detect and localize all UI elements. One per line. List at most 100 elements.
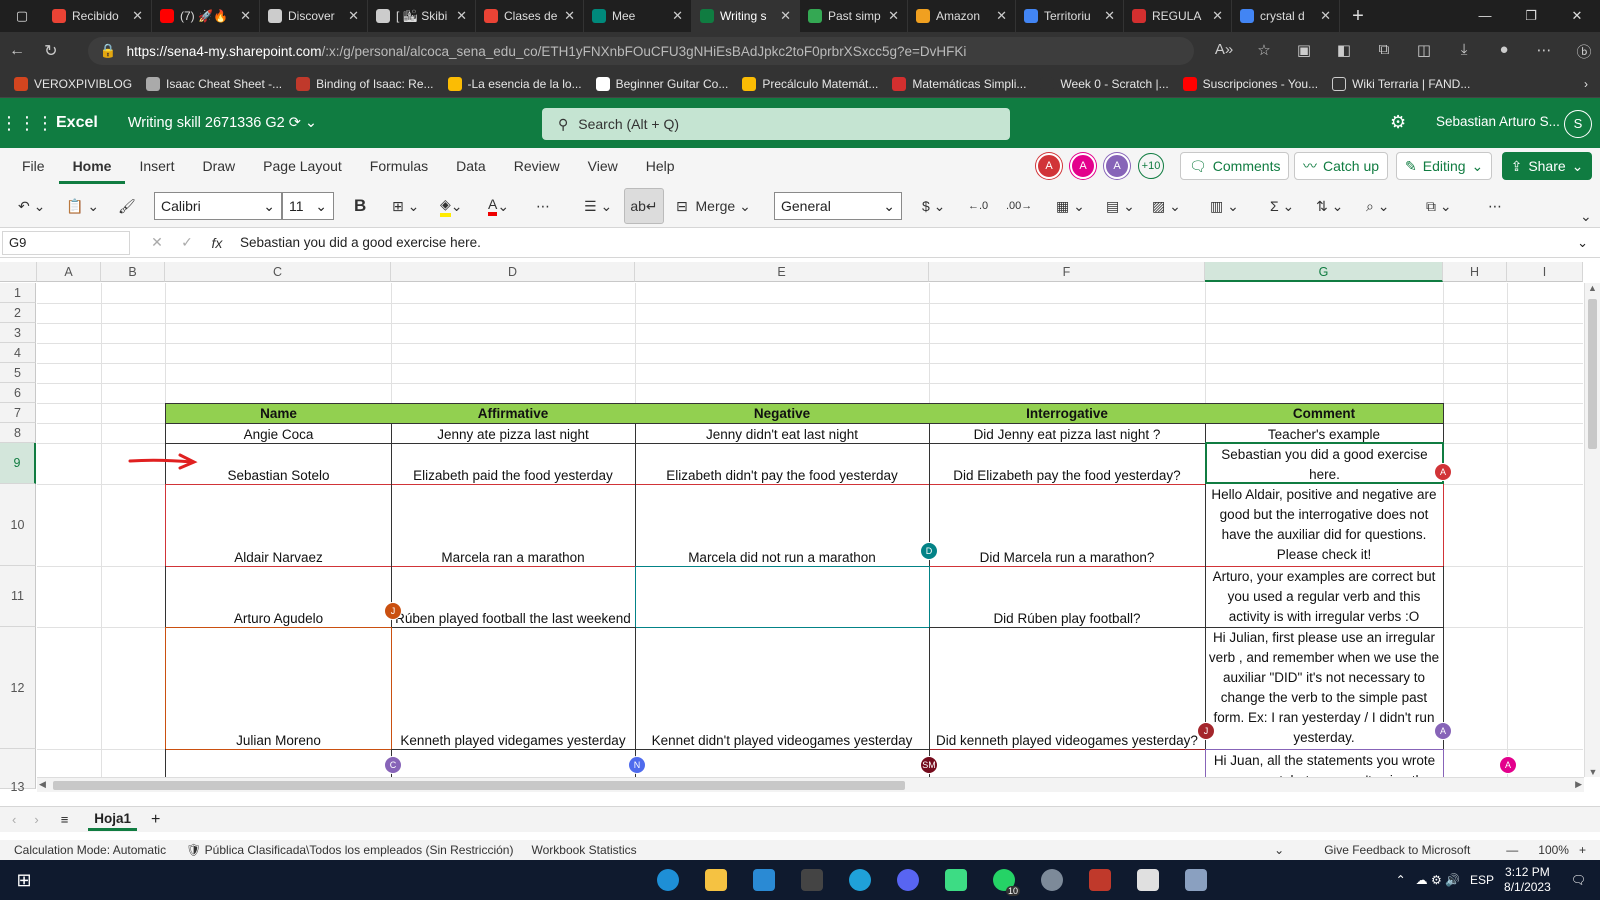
table-header-cell[interactable]: Negative [635, 403, 930, 424]
column-header[interactable]: F [929, 262, 1205, 282]
presence-marker[interactable]: A [1434, 463, 1452, 481]
tray-icons[interactable]: ☁ ⚙ 🔊 [1416, 873, 1460, 887]
windows-start-icon[interactable]: ⊞ [0, 860, 48, 900]
app-icon[interactable] [1176, 860, 1216, 900]
notifications-icon[interactable]: 🗨 [1571, 873, 1586, 887]
expand-formula-icon[interactable]: ⌄ [1577, 235, 1588, 251]
browser-tab[interactable]: Recibido ✕ [44, 0, 152, 32]
new-tab-button[interactable]: + [1340, 5, 1376, 28]
find-icon[interactable]: ⌕ ⌄ [1366, 194, 1389, 218]
chevron-up-icon[interactable]: ⌃ [1396, 873, 1406, 887]
browser-tab[interactable]: crystal d ✕ [1232, 0, 1340, 32]
column-header[interactable]: E [635, 262, 929, 282]
row-header[interactable]: 5 [0, 363, 36, 383]
prev-sheet-icon[interactable]: ‹ [12, 812, 16, 827]
editing-mode-button[interactable]: ✎ Editing ⌄ [1396, 152, 1493, 180]
bookmark[interactable]: Matemáticas Simpli... [892, 76, 1026, 91]
scroll-up-icon[interactable]: ▲ [1585, 283, 1600, 293]
app-launcher-icon[interactable]: ⋮⋮⋮ [0, 113, 54, 134]
table-cell[interactable]: Did Marcela run a marathon? [929, 484, 1206, 567]
zoom-out-icon[interactable]: — [1506, 843, 1518, 857]
bookmark[interactable]: VEROXPIVIBLOG [14, 76, 132, 91]
restore-icon[interactable]: ❐ [1508, 8, 1554, 24]
table-cell[interactable]: Elizabeth paid the food yesterday [391, 443, 636, 485]
favorite-star-icon[interactable]: ☆ [1248, 41, 1280, 62]
next-sheet-icon[interactable]: › [34, 812, 38, 827]
zoom-level[interactable]: 100% [1538, 843, 1569, 857]
steam-icon[interactable] [1032, 860, 1072, 900]
merge-button[interactable]: ⊟ Merge ⌄ [676, 194, 751, 218]
align-icon[interactable]: ☰ ⌄ [584, 194, 612, 218]
decrease-decimal-icon[interactable]: .00→ [1006, 194, 1032, 218]
app-icon[interactable] [1128, 860, 1168, 900]
close-icon[interactable]: ✕ [240, 8, 251, 24]
column-header[interactable]: D [391, 262, 635, 282]
bookmark[interactable]: Isaac Cheat Sheet -... [146, 76, 282, 91]
presence-marker[interactable]: J [1197, 722, 1215, 740]
comments-button[interactable]: 🗨 Comments [1180, 152, 1290, 180]
spreadsheet-grid[interactable]: A B C D E F G H I 1 2 3 4 5 6 7 8 9 10 1… [0, 262, 1600, 792]
table-header-cell[interactable]: Comment [1205, 403, 1444, 424]
sort-filter-icon[interactable]: ⇅ ⌄ [1316, 194, 1343, 218]
minimize-icon[interactable]: — [1462, 8, 1508, 24]
browser-tab[interactable]: REGULA ✕ [1124, 0, 1232, 32]
bold-icon[interactable]: B [354, 194, 366, 218]
scroll-right-icon[interactable]: ▶ [1575, 779, 1582, 790]
vscode-icon[interactable] [744, 860, 784, 900]
file-explorer-icon[interactable] [696, 860, 736, 900]
tab-help[interactable]: Help [632, 148, 689, 184]
table-cell[interactable]: Rúben played football the last weekend [391, 566, 636, 628]
scroll-left-icon[interactable]: ◀ [39, 779, 46, 790]
app-icon[interactable] [1080, 860, 1120, 900]
gear-icon[interactable]: ⚙ [1390, 112, 1406, 133]
browser-tab[interactable]: Amazon ✕ [908, 0, 1016, 32]
paste-icon[interactable]: 📋 ⌄ [66, 194, 99, 218]
table-cell[interactable]: Marcela ran a marathon [391, 484, 636, 567]
table-cell[interactable]: Kenneth played videgames yesterday [391, 627, 636, 750]
format-painter-icon[interactable]: 🖌 [118, 194, 136, 218]
conditional-formatting-icon[interactable]: ▦ ⌄ [1056, 194, 1085, 218]
refresh-icon[interactable]: ↻ [34, 41, 68, 61]
read-aloud-icon[interactable]: A» [1208, 41, 1240, 62]
presence-marker[interactable]: J [384, 602, 402, 620]
cell-styles-icon[interactable]: ▨ ⌄ [1152, 194, 1181, 218]
whatsapp-icon[interactable]: 10 [984, 860, 1024, 900]
row-header[interactable]: 4 [0, 343, 36, 363]
add-ins-icon[interactable]: ⧉ ⌄ [1426, 194, 1452, 218]
table-cell[interactable]: Arturo, your examples are correct but yo… [1205, 566, 1444, 628]
bing-icon[interactable]: ⓑ [1568, 41, 1600, 62]
tab-file[interactable]: File [8, 148, 59, 184]
font-name-select[interactable]: Calibri ⌄ [154, 192, 282, 220]
browser-tab-active[interactable]: Writing s ✕ [692, 0, 800, 32]
bookmark[interactable]: Beginner Guitar Co... [595, 76, 728, 91]
select-all-corner[interactable] [0, 262, 37, 282]
workbook-statistics[interactable]: Workbook Statistics [531, 843, 636, 857]
close-icon[interactable]: ✕ [456, 8, 467, 24]
row-header[interactable]: 6 [0, 383, 36, 403]
browser-tab[interactable]: Clases de ✕ [476, 0, 584, 32]
more-options-icon[interactable]: ⋯ [1488, 194, 1502, 218]
close-icon[interactable]: ✕ [348, 8, 359, 24]
terminal-icon[interactable] [792, 860, 832, 900]
table-cell[interactable]: Kennet didn't played videogames yesterda… [635, 627, 930, 750]
browser-tab[interactable]: (7) 🚀🔥 ✕ [152, 0, 260, 32]
tab-data[interactable]: Data [442, 148, 500, 184]
more-collaborators[interactable]: +10 [1138, 153, 1164, 179]
increase-decimal-icon[interactable]: ←.0 [968, 194, 988, 218]
row-header[interactable]: 1 [0, 283, 36, 303]
table-cell[interactable] [635, 566, 930, 628]
font-size-select[interactable]: 11 ⌄ [282, 192, 334, 220]
close-window-icon[interactable]: ✕ [1554, 8, 1600, 24]
tab-formulas[interactable]: Formulas [356, 148, 442, 184]
tab-review[interactable]: Review [500, 148, 574, 184]
table-header-cell[interactable]: Interrogative [929, 403, 1206, 424]
table-cell[interactable]: Did Jenny eat pizza last night ? [929, 423, 1206, 444]
table-cell[interactable]: Elizabeth didn't pay the food yesterday [635, 443, 930, 485]
tab-actions-icon[interactable]: ▢ [0, 0, 44, 32]
enter-icon[interactable]: ✓ [172, 234, 202, 251]
undo-icon[interactable]: ↶ ⌄ [18, 194, 45, 218]
table-cell[interactable]: Julian Moreno [165, 627, 392, 750]
table-cell[interactable]: Hello Aldair, positive and negative are … [1205, 484, 1444, 567]
bookmark[interactable]: Week 0 - Scratch |... [1040, 76, 1169, 91]
avatar[interactable]: S [1564, 110, 1592, 138]
